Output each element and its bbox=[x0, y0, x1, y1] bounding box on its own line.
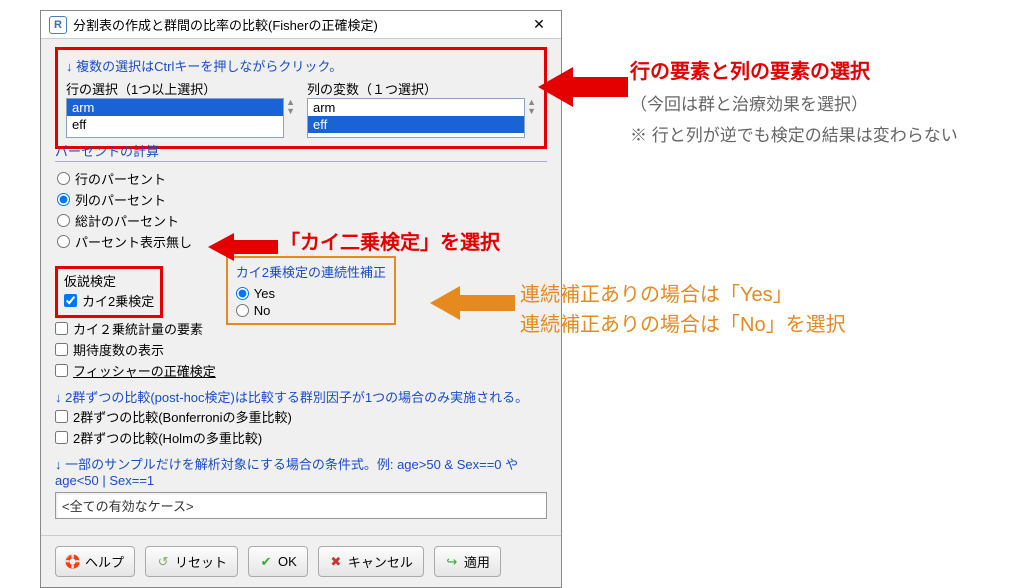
hypothesis-highlight-box: 仮説検定 カイ2乗検定 bbox=[55, 266, 163, 318]
apply-button[interactable]: ↪適用 bbox=[434, 546, 501, 577]
percent-option[interactable]: 行のパーセント bbox=[57, 168, 545, 189]
col-select-label: 列の変数（１つ選択） bbox=[307, 79, 536, 98]
expected-checkbox[interactable]: 期待度数の表示 bbox=[55, 339, 216, 360]
red-arrow-icon bbox=[208, 230, 278, 264]
reset-icon: ↺ bbox=[156, 555, 170, 569]
cancel-button[interactable]: ✖キャンセル bbox=[318, 546, 424, 577]
scroll-down-icon[interactable]: ▼ bbox=[527, 107, 536, 116]
apply-icon: ↪ bbox=[445, 555, 459, 569]
percent-option[interactable]: 列のパーセント bbox=[57, 189, 545, 210]
cc-no-radio[interactable]: No bbox=[236, 302, 386, 319]
list-item[interactable]: arm bbox=[67, 99, 283, 116]
ok-icon: ✔ bbox=[259, 555, 273, 569]
help-button[interactable]: 🛟ヘルプ bbox=[55, 546, 135, 577]
list-item[interactable]: arm bbox=[308, 99, 524, 116]
dialog-title: 分割表の作成と群間の比率の比較(Fisherの正確検定) bbox=[73, 15, 525, 34]
cancel-icon: ✖ bbox=[329, 555, 343, 569]
app-icon: R bbox=[49, 16, 67, 34]
scroll-down-icon[interactable]: ▼ bbox=[286, 107, 295, 116]
subset-input[interactable]: <全ての有効なケース> bbox=[55, 492, 547, 519]
orange-arrow-icon bbox=[430, 282, 515, 324]
selection-highlight-box: ↓ 複数の選択はCtrlキーを押しながらクリック。 行の選択（1つ以上選択） a… bbox=[55, 47, 547, 149]
subset-note: ↓ 一部のサンプルだけを解析対象にする場合の条件式。例: age>50 & Se… bbox=[55, 454, 547, 488]
cc-yes-radio[interactable]: Yes bbox=[236, 285, 386, 302]
posthoc-note: ↓ 2群ずつの比較(post-hoc検定)は比較する群別因子が1つの場合のみ実施… bbox=[55, 387, 547, 406]
fisher-checkbox[interactable]: フィッシャーの正確検定 bbox=[55, 360, 216, 381]
ok-button[interactable]: ✔OK bbox=[248, 546, 308, 577]
titlebar: R 分割表の作成と群間の比率の比較(Fisherの正確検定) ✕ bbox=[41, 11, 561, 39]
posthoc-bonferroni-checkbox[interactable]: 2群ずつの比較(Bonferroniの多重比較) bbox=[55, 406, 547, 427]
multiselect-hint: ↓ 複数の選択はCtrlキーを押しながらクリック。 bbox=[66, 56, 536, 75]
hypo-section-head: 仮説検定 bbox=[64, 271, 154, 290]
list-item[interactable]: eff bbox=[67, 116, 283, 133]
list-item[interactable]: eff bbox=[308, 116, 524, 133]
annotation-continuity: 連続補正ありの場合は「Yes」 連続補正ありの場合は「No」を選択 bbox=[520, 280, 846, 340]
col-select-listbox[interactable]: arm eff bbox=[307, 98, 525, 138]
close-button[interactable]: ✕ bbox=[525, 16, 553, 33]
help-icon: 🛟 bbox=[66, 555, 80, 569]
annotation-selection: 行の要素と列の要素の選択 （今回は群と治療効果を選択） ※ 行と列が逆でも検定の… bbox=[630, 55, 958, 146]
cc-label: カイ2乗検定の連続性補正 bbox=[236, 262, 386, 281]
red-arrow-icon bbox=[538, 62, 628, 112]
row-select-listbox[interactable]: arm eff bbox=[66, 98, 284, 138]
continuity-correction-box: カイ2乗検定の連続性補正 Yes No bbox=[226, 256, 396, 325]
button-row: 🛟ヘルプ ↺リセット ✔OK ✖キャンセル ↪適用 bbox=[41, 535, 561, 587]
posthoc-holm-checkbox[interactable]: 2群ずつの比較(Holmの多重比較) bbox=[55, 427, 547, 448]
percent-section-head: パーセントの計算 bbox=[55, 141, 547, 162]
reset-button[interactable]: ↺リセット bbox=[145, 546, 238, 577]
row-select-label: 行の選択（1つ以上選択） bbox=[66, 79, 295, 98]
chi2comp-checkbox[interactable]: カイ２乗統計量の要素 bbox=[55, 318, 216, 339]
annotation-chi2: 「カイ二乗検定」を選択 bbox=[280, 226, 500, 255]
chi2-checkbox[interactable]: カイ2乗検定 bbox=[64, 290, 154, 311]
